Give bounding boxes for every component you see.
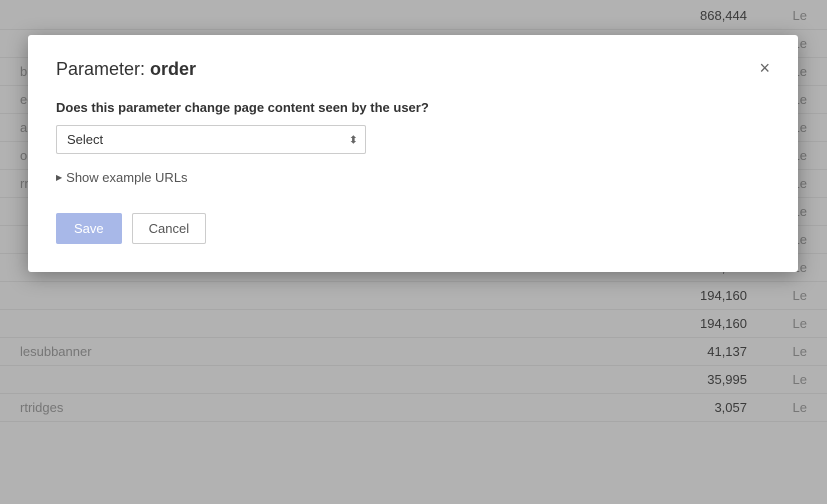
modal-title: Parameter: order xyxy=(56,59,196,80)
save-button[interactable]: Save xyxy=(56,213,122,244)
triangle-icon: ▶ xyxy=(56,173,62,182)
show-example-label: Show example URLs xyxy=(66,170,187,185)
modal-actions: Save Cancel xyxy=(56,213,770,244)
show-example-toggle[interactable]: ▶ Show example URLs xyxy=(56,170,770,185)
close-button[interactable]: × xyxy=(759,59,770,77)
modal-header: Parameter: order × xyxy=(56,59,770,80)
modal-dialog: Parameter: order × Does this parameter c… xyxy=(28,35,798,272)
select-wrapper: Select Yes No ⬍ xyxy=(56,125,366,154)
modal-question: Does this parameter change page content … xyxy=(56,100,770,115)
cancel-button[interactable]: Cancel xyxy=(132,213,206,244)
modal-title-bold: order xyxy=(150,59,196,79)
parameter-select[interactable]: Select Yes No xyxy=(56,125,366,154)
modal-title-prefix: Parameter: xyxy=(56,59,150,79)
